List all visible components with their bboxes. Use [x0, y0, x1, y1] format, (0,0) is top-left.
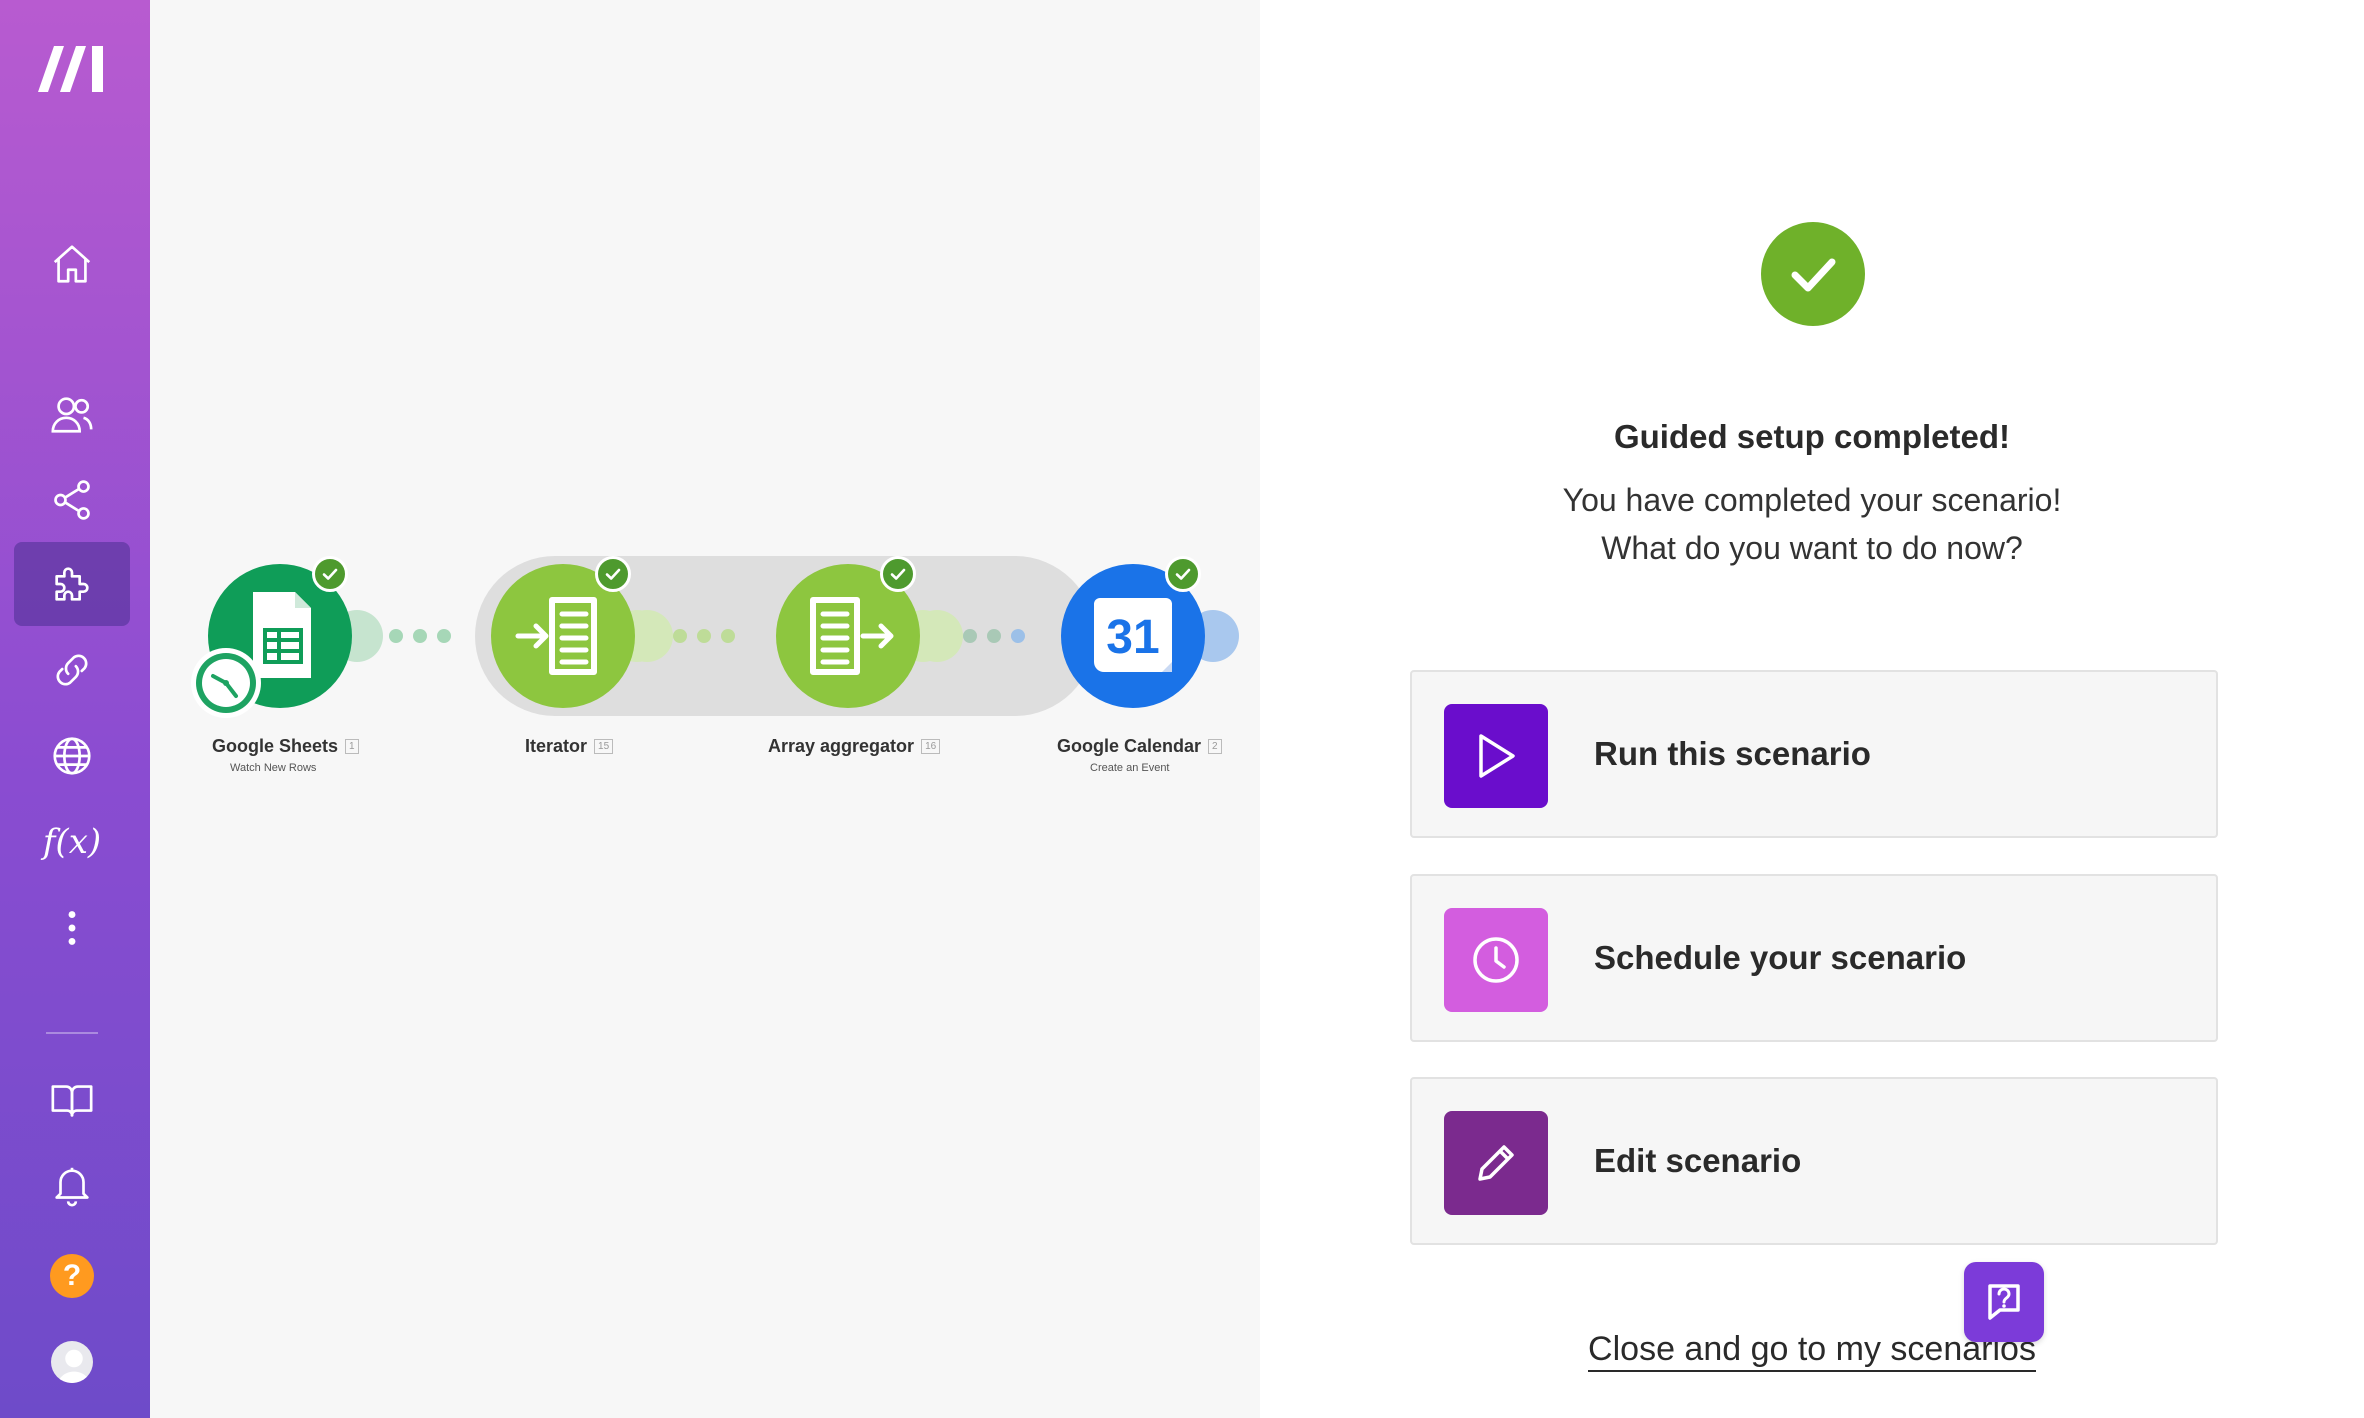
success-check-icon [1165, 556, 1201, 592]
globe-icon [53, 737, 91, 775]
users-icon [51, 397, 93, 433]
module-id-badge: 2 [1208, 739, 1222, 754]
module-google-calendar[interactable]: 31 [1058, 556, 1208, 714]
module-id-badge: 16 [921, 739, 941, 754]
close-and-go-to-scenarios-link[interactable]: Close and go to my scenarios [1260, 1330, 2364, 1372]
module-subtitle: Create an Event [1090, 762, 1170, 774]
connector-dot [389, 629, 403, 643]
success-check-icon [312, 556, 348, 592]
play-icon [1444, 704, 1548, 808]
avatar-icon [51, 1341, 93, 1383]
connector-dot [1011, 629, 1025, 643]
sidebar-divider [46, 1032, 98, 1034]
sidebar-item-help[interactable]: ? [14, 1234, 130, 1318]
link-icon [56, 654, 88, 686]
success-check-icon [880, 556, 916, 592]
module-label: Google Sheets 1 [212, 736, 359, 757]
edit-scenario-button[interactable]: Edit scenario [1410, 1077, 2218, 1245]
action-label: Edit scenario [1594, 1142, 1802, 1179]
sidebar-item-profile[interactable] [14, 1320, 130, 1404]
panel-description-line1: You have completed your scenario! [1562, 482, 2062, 518]
share-icon [54, 480, 90, 520]
sidebar-item-scenarios[interactable] [14, 458, 130, 542]
module-id-badge: 1 [345, 739, 359, 754]
sidebar-item-functions[interactable]: f(x) [14, 800, 130, 884]
guided-setup-panel: Guided setup completed! You have complet… [1260, 0, 2364, 1418]
connector-dot [673, 629, 687, 643]
make-logo-icon[interactable] [34, 40, 110, 96]
connector-dot [697, 629, 711, 643]
bell-icon [55, 1167, 89, 1207]
sidebar: f(x) ? [0, 0, 150, 1418]
module-array-aggregator[interactable] [773, 556, 923, 714]
home-icon [53, 245, 91, 283]
schedule-scenario-button[interactable]: Schedule your scenario [1410, 874, 2218, 1042]
more-vertical-icon [68, 911, 76, 945]
action-label: Run this scenario [1594, 735, 1871, 772]
help-icon: ? [50, 1254, 94, 1298]
module-iterator[interactable] [488, 556, 638, 714]
module-label: Iterator 15 [525, 736, 614, 757]
trigger-clock-icon [191, 648, 261, 718]
pencil-icon [1444, 1111, 1548, 1215]
puzzle-icon [55, 567, 89, 601]
book-icon [51, 1085, 93, 1117]
sidebar-item-home[interactable] [14, 222, 130, 306]
sidebar-item-team[interactable] [14, 372, 130, 456]
sidebar-item-connections[interactable] [14, 628, 130, 712]
panel-description-line2: What do you want to do now? [1601, 530, 2023, 566]
sidebar-item-docs[interactable] [14, 1058, 130, 1142]
sidebar-item-more[interactable] [14, 886, 130, 970]
success-check-icon [595, 556, 631, 592]
module-id-badge: 15 [594, 739, 614, 754]
connector-dot [437, 629, 451, 643]
connector-dot [987, 629, 1001, 643]
panel-title: Guided setup completed! [1613, 418, 2011, 455]
scenario-canvas[interactable]: Google Sheets 1 Watch New Rows Iterator … [150, 0, 1260, 1418]
calendar-day-number: 31 [1106, 611, 1160, 664]
support-chat-button[interactable] [1964, 1262, 2044, 1342]
run-scenario-button[interactable]: Run this scenario [1410, 670, 2218, 838]
sidebar-item-notifications[interactable] [14, 1144, 130, 1228]
chat-icon [1988, 1284, 2020, 1320]
success-check-circle-icon [1761, 222, 1865, 326]
action-label: Schedule your scenario [1594, 939, 1967, 976]
module-label: Array aggregator 16 [768, 736, 941, 757]
sidebar-item-apps[interactable] [14, 542, 130, 626]
clock-icon [1444, 908, 1548, 1012]
sidebar-item-webhooks[interactable] [14, 714, 130, 798]
function-icon: f(x) [42, 822, 102, 862]
connector-dot [721, 629, 735, 643]
module-google-sheets[interactable] [191, 556, 355, 718]
module-label: Google Calendar 2 [1057, 736, 1222, 757]
connector-dot [413, 629, 427, 643]
module-subtitle: Watch New Rows [230, 762, 317, 774]
connector-dot [963, 629, 977, 643]
